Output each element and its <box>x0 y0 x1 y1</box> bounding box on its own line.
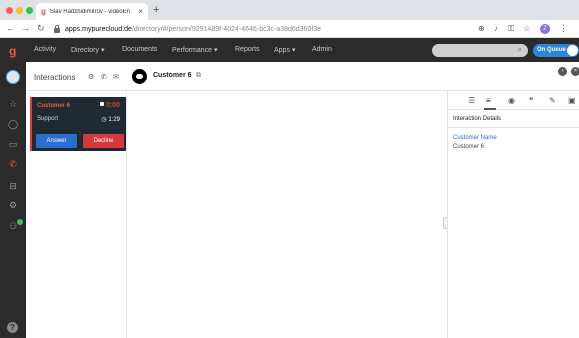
app-top-nav: Activity Directory ▾ Documents Performan… <box>26 38 579 62</box>
nav-activity[interactable]: Activity <box>34 46 56 53</box>
card-wait-value: 1:29 <box>108 117 120 123</box>
nav-apps[interactable]: Apps ▾ <box>274 46 295 54</box>
left-sidebar: g ☆ ◯ ▭ ✆ ⊟ ⚙ ⚇ ? <box>0 38 26 338</box>
toggle-knob <box>567 45 578 56</box>
details-header: Interaction Details <box>448 110 579 128</box>
menu-icon[interactable]: ⋮ <box>559 23 568 34</box>
help-icon[interactable]: ? <box>7 322 18 333</box>
genesys-favicon-icon: ǥ <box>41 7 46 16</box>
lock-icon <box>54 24 60 33</box>
extension-icon[interactable]: ⊕ <box>478 24 485 33</box>
forward-icon[interactable]: → <box>21 23 30 33</box>
interactions-title: Interactions <box>34 73 76 82</box>
phone-icon[interactable]: ✆ <box>101 73 107 81</box>
mic-icon[interactable]: ♪ <box>494 24 498 33</box>
browser-tab[interactable]: ǥ Slav Hadzhidimitrov - videoEn × <box>36 3 148 20</box>
nav-directory[interactable]: Directory ▾ <box>71 46 104 54</box>
interaction-details-panel: ☰ ≡ ◉ ❝ ✎ ▣ Interaction Details Customer… <box>447 91 579 338</box>
tab-title: Slav Hadzhidimitrov - videoEn <box>49 8 130 15</box>
status-indicator <box>17 219 23 225</box>
star-icon[interactable]: ☆ <box>523 24 530 33</box>
chat-bubble-icon <box>132 69 147 84</box>
search-input[interactable]: ⌕ <box>432 44 528 57</box>
url-domain: apps.mypurecloud.de <box>65 25 132 33</box>
on-queue-toggle[interactable]: On Queue <box>533 44 579 57</box>
decline-button[interactable]: Decline <box>83 134 124 148</box>
interaction-list: Customer 6 0:00 Support ◷ 1:29 Answer De… <box>26 91 127 338</box>
active-customer-name: Customer 6 <box>153 72 192 79</box>
reload-icon[interactable]: ↻ <box>37 23 45 34</box>
nav-reports[interactable]: Reports <box>235 46 260 53</box>
address-bar: ← → ↻ apps.mypurecloud.de /directory/#/p… <box>0 20 579 38</box>
copy-icon[interactable]: ⧉ <box>196 72 201 80</box>
interactions-header: Interactions ⚙ ✆ ✉ Customer 6 ⧉ ‹ × <box>26 62 579 91</box>
email-icon[interactable]: ✉ <box>113 73 119 81</box>
customer-name-label: Customer Name <box>453 135 497 141</box>
card-queue-name: Support <box>37 116 59 122</box>
person-icon[interactable]: ◉ <box>508 96 515 105</box>
tab-close-icon[interactable]: × <box>138 7 143 16</box>
url-field[interactable]: apps.mypurecloud.de /directory/#/person/… <box>54 22 474 36</box>
settings-icon[interactable]: ⚙ <box>7 200 19 211</box>
maximize-window-button[interactable] <box>26 7 33 14</box>
card-customer-name: Customer 6 <box>37 103 71 109</box>
details-icon[interactable]: ≡ <box>486 96 491 105</box>
search-icon: ⌕ <box>517 45 522 54</box>
interaction-content-area <box>127 91 447 338</box>
quote-icon[interactable]: ❝ <box>529 96 533 105</box>
answer-button[interactable]: Answer <box>36 134 77 148</box>
card-timer-value: 0:00 <box>105 102 120 109</box>
details-title: Interaction Details <box>453 116 502 122</box>
details-toolbar: ☰ ≡ ◉ ❝ ✎ ▣ <box>448 91 579 110</box>
new-tab-button[interactable]: + <box>153 4 159 16</box>
on-queue-label: On Queue <box>537 47 566 53</box>
minimize-window-button[interactable] <box>16 7 23 14</box>
nav-documents[interactable]: Documents <box>122 46 157 53</box>
genesys-logo-icon: g <box>9 44 17 58</box>
user-avatar[interactable] <box>6 70 20 84</box>
back-icon[interactable]: ← <box>6 23 15 33</box>
card-wait-time: ◷ 1:29 <box>101 117 120 123</box>
chat-icon <box>99 102 104 106</box>
nav-admin[interactable]: Admin <box>312 46 332 53</box>
url-path: /directory/#/person/9291489f-4024-4646-b… <box>131 25 322 33</box>
incoming-interaction-card[interactable]: Customer 6 0:00 Support ◷ 1:29 Answer De… <box>30 97 126 151</box>
profile-avatar[interactable]: Z <box>540 24 550 34</box>
key-icon[interactable]: ⚿ <box>508 24 514 34</box>
inbox-icon[interactable]: ⊟ <box>7 181 19 192</box>
close-panel-icon[interactable]: × <box>571 67 579 76</box>
wrapup-icon[interactable]: ▣ <box>568 96 576 105</box>
chat-icon[interactable]: ◯ <box>7 119 19 130</box>
edit-icon[interactable]: ✎ <box>549 96 556 105</box>
script-icon[interactable]: ☰ <box>468 96 475 105</box>
browser-tab-bar: ǥ Slav Hadzhidimitrov - videoEn × + <box>0 0 579 20</box>
back-panel-icon[interactable]: ‹ <box>558 67 567 76</box>
card-timer: 0:00 <box>99 102 120 109</box>
star-icon[interactable]: ☆ <box>7 99 19 110</box>
phone-icon[interactable]: ✆ <box>7 159 19 170</box>
customer-name-value: Customer 6 <box>453 144 485 150</box>
settings-icon[interactable]: ⚙ <box>88 73 94 81</box>
close-window-button[interactable] <box>6 7 13 14</box>
nav-performance[interactable]: Performance ▾ <box>172 46 218 54</box>
video-icon[interactable]: ▭ <box>7 139 19 150</box>
